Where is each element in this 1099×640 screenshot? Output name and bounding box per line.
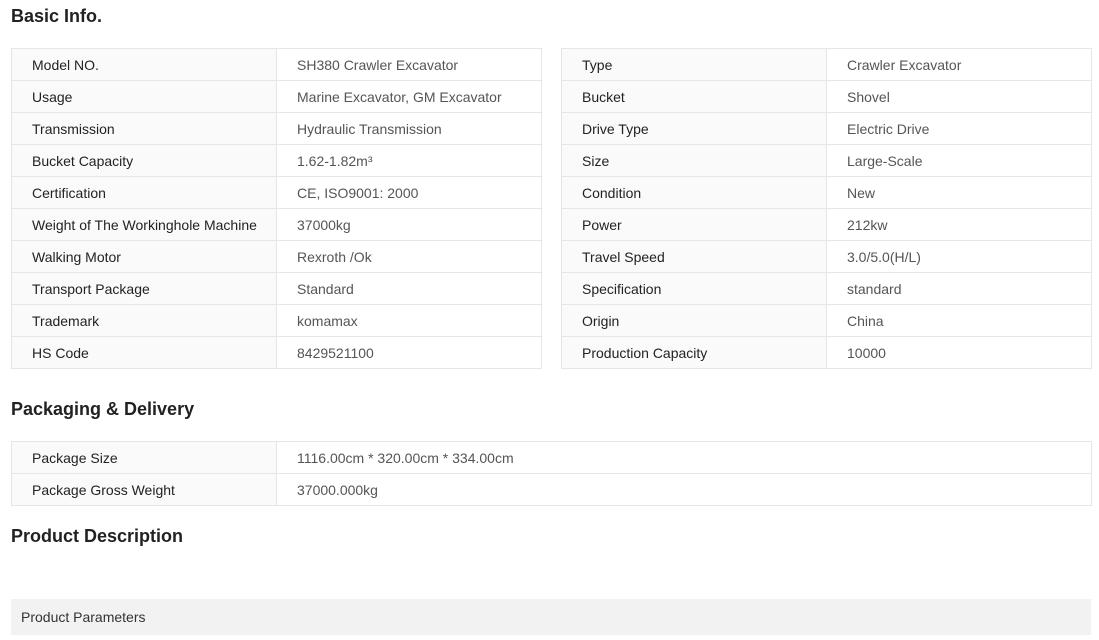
spec-row-usage: Usage Marine Excavator, GM Excavator [11, 80, 542, 113]
spec-label: Origin [561, 304, 827, 337]
spec-row-transport-package: Transport Package Standard [11, 272, 542, 305]
spec-label: Transmission [11, 112, 277, 145]
spec-label: Transport Package [11, 272, 277, 305]
spec-label: Package Size [11, 441, 277, 474]
spec-label: Production Capacity [561, 336, 827, 369]
spec-label: HS Code [11, 336, 277, 369]
spec-row-trademark: Trademark komamax [11, 304, 542, 337]
spec-row-package-gross-weight: Package Gross Weight 37000.000kg [11, 473, 1092, 506]
spec-value: Rexroth /Ok [276, 240, 542, 273]
spec-label: Bucket Capacity [11, 144, 277, 177]
spec-row-travel-speed: Travel Speed 3.0/5.0(H/L) [561, 240, 1092, 273]
spec-label: Usage [11, 80, 277, 113]
spec-row-drive-type: Drive Type Electric Drive [561, 112, 1092, 145]
basic-info-title: Basic Info. [11, 6, 103, 26]
spec-row-hs-code: HS Code 8429521100 [11, 336, 542, 369]
spec-row-power: Power 212kw [561, 208, 1092, 241]
spec-label: Travel Speed [561, 240, 827, 273]
spec-value: Hydraulic Transmission [276, 112, 542, 145]
spec-row-condition: Condition New [561, 176, 1092, 209]
spec-row-walking-motor: Walking Motor Rexroth /Ok [11, 240, 542, 273]
spec-value: 10000 [826, 336, 1092, 369]
spec-value: Crawler Excavator [826, 48, 1092, 81]
spec-value: 212kw [826, 208, 1092, 241]
spec-label: Trademark [11, 304, 277, 337]
spec-row-certification: Certification CE, ISO9001: 2000 [11, 176, 542, 209]
spec-label: Bucket [561, 80, 827, 113]
packaging-delivery-title: Packaging & Delivery [11, 399, 195, 419]
spec-row-package-size: Package Size 1116.00cm * 320.00cm * 334.0… [11, 441, 1092, 474]
spec-value: CE, ISO9001: 2000 [276, 176, 542, 209]
spec-label: Drive Type [561, 112, 827, 145]
spec-label: Size [561, 144, 827, 177]
product-description-title: Product Description [11, 526, 184, 546]
spec-value: 3.0/5.0(H/L) [826, 240, 1092, 273]
spec-value: Standard [276, 272, 542, 305]
spec-value: 1.62-1.82m³ [276, 144, 542, 177]
spec-value: Shovel [826, 80, 1092, 113]
spec-row-machine-weight: Weight of The Workinghole Machine 37000kg [11, 208, 542, 241]
spec-value: komamax [276, 304, 542, 337]
spec-row-bucket-capacity: Bucket Capacity 1.62-1.82m³ [11, 144, 542, 177]
spec-value: 8429521100 [276, 336, 542, 369]
spec-value: 1116.00cm * 320.00cm * 334.00cm [276, 441, 1092, 474]
spec-value: standard [826, 272, 1092, 305]
spec-label: Model NO. [11, 48, 277, 81]
product-parameters-bar: Product Parameters [11, 599, 1091, 635]
spec-value: SH380 Crawler Excavator [276, 48, 542, 81]
spec-value: 37000kg [276, 208, 542, 241]
spec-row-specification: Specification standard [561, 272, 1092, 305]
spec-row-bucket: Bucket Shovel [561, 80, 1092, 113]
spec-label: Power [561, 208, 827, 241]
spec-row-model-no: Model NO. SH380 Crawler Excavator [11, 48, 542, 81]
spec-value: New [826, 176, 1092, 209]
spec-label: Type [561, 48, 827, 81]
packaging-table: Package Size 1116.00cm * 320.00cm * 334.0… [11, 441, 1092, 506]
basic-info-right-table: Type Crawler Excavator Bucket Shovel Drive… [561, 48, 1092, 369]
spec-row-type: Type Crawler Excavator [561, 48, 1092, 81]
basic-info-left-table: Model NO. SH380 Crawler Excavator Usage Ma… [11, 48, 542, 369]
spec-value: Marine Excavator, GM Excavator [276, 80, 542, 113]
spec-label: Walking Motor [11, 240, 277, 273]
spec-label: Condition [561, 176, 827, 209]
spec-value: China [826, 304, 1092, 337]
spec-value: Electric Drive [826, 112, 1092, 145]
spec-value: 37000.000kg [276, 473, 1092, 506]
spec-row-production-capacity: Production Capacity 10000 [561, 336, 1092, 369]
spec-label: Certification [11, 176, 277, 209]
spec-label: Package Gross Weight [11, 473, 277, 506]
spec-row-size: Size Large-Scale [561, 144, 1092, 177]
spec-label: Weight of The Workinghole Machine [11, 208, 277, 241]
spec-row-origin: Origin China [561, 304, 1092, 337]
spec-value: Large-Scale [826, 144, 1092, 177]
spec-row-transmission: Transmission Hydraulic Transmission [11, 112, 542, 145]
spec-label: Specification [561, 272, 827, 305]
